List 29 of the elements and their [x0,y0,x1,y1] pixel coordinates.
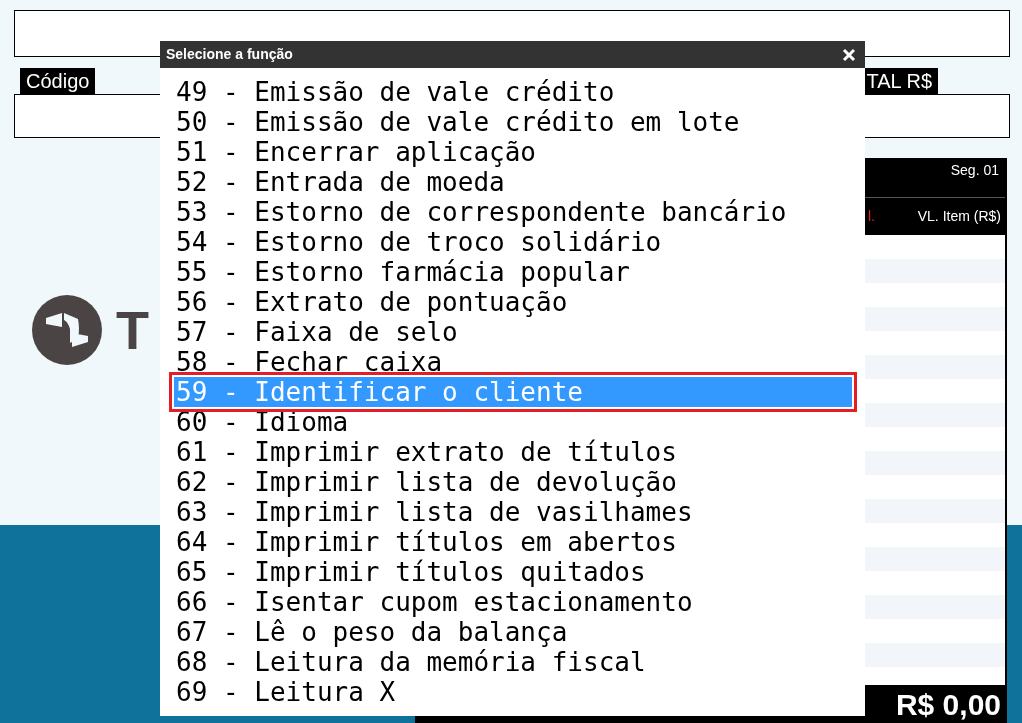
logo-icon [32,294,102,366]
logo-text: T [116,303,149,357]
function-item[interactable]: 60 - Idioma [174,407,852,437]
function-item[interactable]: 57 - Faixa de selo [174,317,852,347]
column-header: l. [868,207,875,226]
function-item[interactable]: 61 - Imprimir extrato de títulos [174,437,852,467]
function-item[interactable]: 63 - Imprimir lista de vasilhames [174,497,852,527]
function-item[interactable]: 56 - Extrato de pontuação [174,287,852,317]
segment-label: Seg. 01 [950,161,999,180]
function-item[interactable]: 64 - Imprimir títulos em abertos [174,527,852,557]
function-item[interactable]: 62 - Imprimir lista de devolução [174,467,852,497]
function-item[interactable]: 65 - Imprimir títulos quitados [174,557,852,587]
dialog-title: Selecione a função [166,45,293,64]
function-item[interactable]: 58 - Fechar caixa [174,347,852,377]
column-header: VL. Item (R$) [917,207,1001,226]
function-item[interactable]: 53 - Estorno de correspondente bancário [174,197,852,227]
function-item[interactable]: 66 - Isentar cupom estacionamento [174,587,852,617]
function-item[interactable]: 55 - Estorno farmácia popular [174,257,852,287]
function-item[interactable]: 69 - Leitura X [174,677,852,707]
function-item[interactable]: 54 - Estorno de troco solidário [174,227,852,257]
total-amount: R$ 0,00 [895,686,1001,723]
function-item[interactable]: 52 - Entrada de moeda [174,167,852,197]
function-item[interactable]: 50 - Emissão de vale crédito em lote [174,107,852,137]
function-item[interactable]: 68 - Leitura da memória fiscal [174,647,852,677]
function-item[interactable]: 67 - Lê o peso da balança [174,617,852,647]
field-label: Código [20,68,96,94]
function-item[interactable]: 51 - Encerrar aplicação [174,137,852,167]
close-button[interactable] [841,46,857,63]
close-icon [842,47,856,62]
